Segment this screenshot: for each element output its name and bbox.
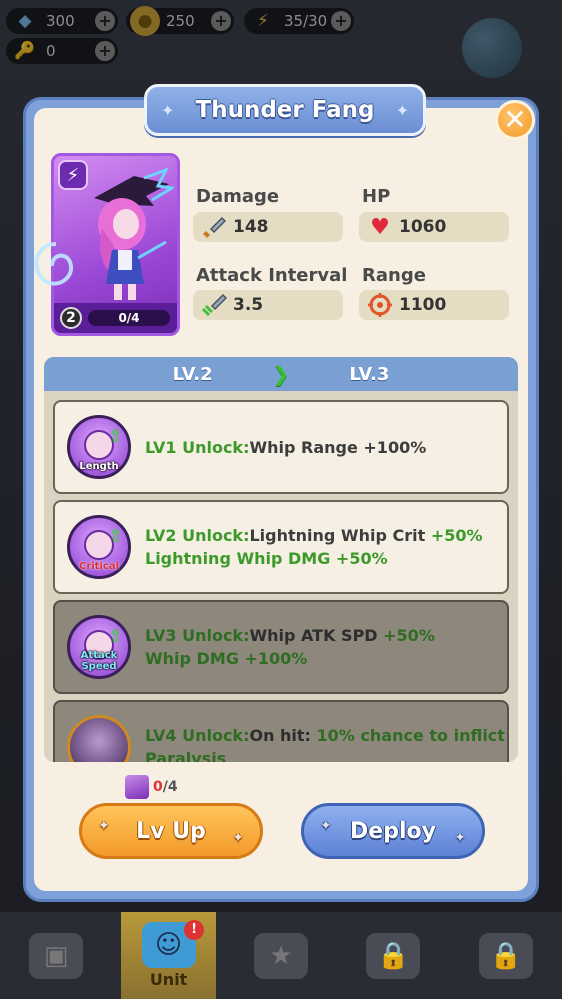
title-banner: ✦ Thunder Fang ✦: [144, 84, 426, 136]
attack-interval-stat: 3.5: [193, 290, 343, 320]
next-level: LV.3: [349, 363, 390, 385]
length-skill-icon: ⇧ Length: [67, 415, 131, 479]
skill-unlock-label: LV3 Unlock:: [145, 626, 250, 645]
current-level: LV.2: [172, 363, 213, 385]
skill-effect-line2: Paralysis: [145, 749, 227, 762]
notification-badge: !: [184, 920, 205, 940]
attack-interval-label: Attack Interval: [196, 265, 348, 286]
skill-effect-highlight: 10% chance to inflict: [316, 726, 505, 745]
range-label: Range: [362, 265, 426, 286]
level-up-button[interactable]: ✦ Lv Up ✦: [79, 803, 263, 859]
skill-unlock-label: LV2 Unlock:: [145, 526, 250, 545]
shard-current: 0: [153, 779, 163, 795]
skill-effect: Whip ATK SPD: [249, 626, 384, 645]
skill-effect-highlight: +50%: [430, 526, 483, 545]
skill-unlock-label: LV1 Unlock:: [145, 437, 250, 457]
nav-item-locked-2[interactable]: 🔒: [458, 912, 553, 999]
hero-portrait: [94, 167, 174, 300]
skill-tag: Length: [79, 461, 119, 472]
deploy-button[interactable]: ✦ Deploy ✦: [301, 803, 485, 859]
damage-value: 148: [233, 217, 269, 237]
level-up-label: Lv Up: [136, 818, 206, 844]
sparkle-icon: ✦: [232, 830, 244, 846]
skill-description: LV3 Unlock:Whip ATK SPD +50% Whip DMG +1…: [145, 624, 435, 670]
sparkle-icon: ✦: [161, 101, 175, 120]
attack-speed-icon: [201, 292, 227, 318]
nav-unit-label: Unit: [149, 970, 188, 989]
hero-shard-icon: [125, 775, 149, 799]
skill-tag: Attack Speed: [80, 650, 118, 672]
nav-item-shop[interactable]: ▣: [9, 912, 104, 999]
skill-description: LV4 Unlock:On hit: 10% chance to inflict…: [145, 724, 505, 762]
skill-row-lv4: LV4 Unlock:On hit: 10% chance to inflict…: [53, 700, 509, 762]
shard-required: /4: [162, 779, 178, 795]
close-icon: ✕: [503, 103, 527, 136]
range-value: 1100: [399, 295, 447, 315]
level-progress-bar: LV.2 ❯ LV.3: [44, 357, 518, 391]
attack-interval-value: 3.5: [233, 295, 264, 315]
skill-tag: Critical: [78, 561, 119, 572]
skill-description: LV1 Unlock:Whip Range +100%: [145, 436, 426, 459]
skill-row-lv3: ⇧ Attack Speed LV3 Unlock:Whip ATK SPD +…: [53, 600, 509, 694]
skill-effect: On hit:: [249, 726, 317, 745]
nav-item-battle[interactable]: ★: [233, 912, 328, 999]
close-button[interactable]: ✕: [495, 100, 535, 140]
arrow-right-icon: ❯: [272, 362, 290, 386]
arrow-up-icon: ⇧: [108, 626, 124, 647]
lock-icon: 🔒: [366, 932, 421, 979]
skill-row-lv1: ⇧ Length LV1 Unlock:Whip Range +100%: [53, 400, 509, 494]
target-icon: [367, 292, 393, 318]
arrow-up-icon: ⇧: [108, 426, 124, 447]
sparkle-icon: ✦: [98, 818, 110, 834]
skill-effect: Whip Range +100%: [249, 437, 427, 457]
sparkle-icon: ✦: [395, 101, 409, 120]
paralysis-skill-icon: [67, 715, 131, 762]
arrow-up-icon: ⇧: [108, 526, 124, 547]
hp-value: 1060: [399, 217, 447, 237]
whip-swirl-effect: [34, 242, 74, 286]
sword-icon: [201, 214, 227, 240]
skill-description: LV2 Unlock:Lightning Whip Crit +50% Ligh…: [145, 524, 483, 570]
skill-effect-line2: Lightning Whip DMG +50%: [145, 549, 388, 568]
damage-label: Damage: [196, 186, 280, 207]
lock-icon: 🔒: [478, 932, 533, 979]
star-icon: ★: [253, 932, 308, 979]
nav-item-locked-1[interactable]: 🔒: [346, 912, 441, 999]
sparkle-icon: ✦: [454, 830, 466, 846]
range-stat: 1100: [359, 290, 509, 320]
bottom-nav: ▣ ☺ Unit ! ★ 🔒 🔒: [0, 912, 562, 999]
hero-card-footer: 2 0/4: [54, 303, 177, 333]
skill-effect: Lightning Whip Crit: [249, 526, 431, 545]
chest-icon: ▣: [29, 932, 84, 979]
heart-icon: ♥: [370, 214, 390, 240]
hero-shard-progress: 0/4: [88, 310, 170, 326]
skill-unlock-label: LV4 Unlock:: [145, 726, 250, 745]
skill-effect-highlight: +50%: [383, 626, 435, 645]
skill-effect-line2: Whip DMG +100%: [145, 649, 308, 668]
modal-title: Thunder Fang: [195, 97, 375, 123]
hero-level-badge: 2: [60, 307, 82, 329]
nav-item-unit[interactable]: ☺ Unit !: [121, 912, 217, 999]
hp-stat: ♥ 1060: [359, 212, 509, 242]
shard-cost: 0/4: [125, 775, 178, 799]
attack-speed-skill-icon: ⇧ Attack Speed: [67, 615, 131, 679]
skills-panel[interactable]: LV.2 ❯ LV.3 ⇧ Length LV1 Unlock:Whip Ran…: [44, 357, 518, 762]
critical-skill-icon: ⇧ Critical: [67, 515, 131, 579]
hp-label: HP: [362, 186, 391, 207]
damage-stat: 148: [193, 212, 343, 242]
skill-row-lv2: ⇧ Critical LV2 Unlock:Lightning Whip Cri…: [53, 500, 509, 594]
deploy-label: Deploy: [350, 818, 436, 844]
sparkle-icon: ✦: [320, 818, 332, 834]
